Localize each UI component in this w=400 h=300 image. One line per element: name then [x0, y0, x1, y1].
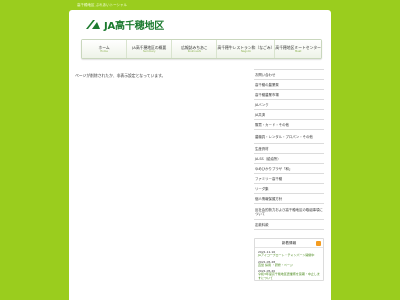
sidebar-item[interactable]: 農機具・レンタル・プロパン・その他	[254, 130, 324, 144]
ja-logo-icon	[86, 20, 100, 29]
nav-sublabel: Summary	[142, 49, 156, 53]
news-entry: 2021.11.16 JAアイコープローレ・チャンパーン開催中	[255, 248, 323, 258]
news-title: 新着情報	[281, 240, 297, 245]
page-container: JA高千穂地区 ホーム Home JA高千穂地区の概要 Summary 広報誌み…	[69, 10, 331, 300]
sidebar-item[interactable]: 生産資材	[254, 144, 324, 154]
site-logo[interactable]: JA高千穂地区	[84, 18, 165, 32]
nav-kouhoushi[interactable]: 広報誌みちあこ Kouhoushi	[172, 40, 218, 58]
tagline: 高千穂地区 ぶれあいトーシャル	[77, 3, 128, 7]
sidebar-item[interactable]: 高千穂農業市場	[254, 90, 324, 100]
sidebar: お問い合わせ 高千穂の農業祭 高千穂農業市場 JAバンク JA共済 購買・カード…	[254, 69, 324, 282]
sidebar-item[interactable]: ゆめひかりプラザ「和」	[254, 164, 324, 174]
news-header: 新着情報	[255, 239, 323, 248]
rss-icon[interactable]	[316, 241, 321, 246]
sidebar-item[interactable]: ファミリー高千穂	[254, 174, 324, 184]
news-link[interactable]: 令和3年度高千穂地区農業祭を延期・中止しますについて	[258, 272, 320, 280]
nav-sublabel: Meat	[294, 49, 302, 53]
news-entry: 2021.05.20 令和3年度高千穂地区農業祭を延期・中止しますについて	[255, 267, 323, 280]
news-box: 新着情報 2021.11.16 JAアイコープローレ・チャンパーン開催中 202…	[254, 238, 324, 282]
nav-sublabel: Nagomi	[240, 49, 251, 53]
sidebar-item[interactable]: 個人情報保護方針	[254, 194, 324, 204]
nav-meat-center[interactable]: 高千穂地区ミートセンター Meat	[275, 40, 321, 58]
nav-nagomi[interactable]: 高千穂牛レストラン和（なごみ） Nagomi	[217, 40, 276, 58]
sidebar-menu: お問い合わせ 高千穂の農業祭 高千穂農業市場 JAバンク JA共済 購買・カード…	[254, 69, 324, 230]
logo-text: JA高千穂地区	[104, 21, 165, 32]
sidebar-item[interactable]: 購買・カード・その他	[254, 120, 324, 130]
sidebar-item[interactable]: JA-SS（給油所）	[254, 154, 324, 164]
sidebar-item[interactable]: リーダ集	[254, 184, 324, 194]
sidebar-item[interactable]: 高千穂の農業祭	[254, 80, 324, 90]
news-link[interactable]: JAアイコープローレ・チャンパーン開催中	[258, 253, 320, 258]
main-nav: ホーム Home JA高千穂地区の概要 Summary 広報誌みちあこ Kouh…	[81, 39, 322, 59]
nav-home[interactable]: ホーム Home	[82, 40, 128, 58]
sidebar-item[interactable]: 反社会的勢力および高千穂地区の取組事項について	[254, 204, 324, 220]
page-notice: ページが削除されたか、非表示設定となっています。	[75, 73, 166, 78]
nav-sublabel: Kouhoushi	[187, 49, 202, 53]
nav-summary[interactable]: JA高千穂地区の概要 Summary	[127, 40, 173, 58]
sidebar-item[interactable]: お問い合わせ	[254, 70, 324, 80]
nav-sublabel: Home	[100, 49, 108, 53]
sidebar-item[interactable]: JA共済	[254, 110, 324, 120]
sidebar-item[interactable]: JAバンク	[254, 100, 324, 110]
news-entry: 2021.05.28 直営 採用 ・研修・ページ	[255, 258, 323, 268]
sidebar-item[interactable]: 定款料款	[254, 220, 324, 230]
